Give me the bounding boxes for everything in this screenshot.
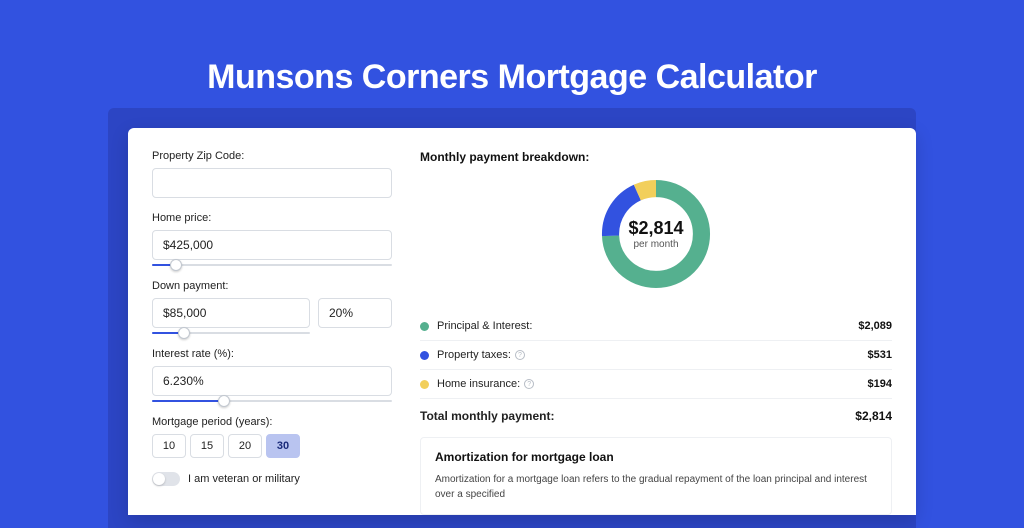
- zip-label: Property Zip Code:: [152, 150, 392, 162]
- breakdown-column: Monthly payment breakdown: $2,814 per mo…: [420, 150, 892, 515]
- mortgage-period-label: Mortgage period (years):: [152, 416, 392, 428]
- donut-subtext: per month: [628, 239, 683, 250]
- legend-label-text: Property taxes:: [437, 349, 511, 361]
- down-payment-percent-input[interactable]: [318, 298, 392, 328]
- down-payment-field-group: Down payment:: [152, 280, 392, 334]
- total-row: Total monthly payment: $2,814: [420, 398, 892, 437]
- legend-row: Property taxes:?$531: [420, 341, 892, 370]
- amortization-text: Amortization for a mortgage loan refers …: [435, 472, 877, 502]
- legend-dot-icon: [420, 322, 429, 331]
- legend-row: Principal & Interest: $2,089: [420, 312, 892, 341]
- down-payment-slider[interactable]: [152, 332, 310, 334]
- interest-rate-input[interactable]: [152, 366, 392, 396]
- donut-center: $2,814 per month: [628, 218, 683, 250]
- amortization-title: Amortization for mortgage loan: [435, 450, 877, 464]
- breakdown-legend: Principal & Interest: $2,089 Property taxe…: [420, 312, 892, 398]
- interest-rate-slider-thumb[interactable]: [218, 395, 230, 407]
- legend-label: Principal & Interest:: [437, 320, 858, 332]
- down-payment-input[interactable]: [152, 298, 310, 328]
- home-price-slider-thumb[interactable]: [170, 259, 182, 271]
- page-title: Munsons Corners Mortgage Calculator: [0, 0, 1024, 97]
- donut-value: $2,814: [628, 218, 683, 239]
- total-label: Total monthly payment:: [420, 409, 855, 423]
- veteran-toggle[interactable]: [152, 472, 180, 486]
- veteran-label: I am veteran or military: [188, 473, 300, 485]
- interest-rate-label: Interest rate (%):: [152, 348, 392, 360]
- breakdown-title: Monthly payment breakdown:: [420, 150, 892, 164]
- legend-dot-icon: [420, 380, 429, 389]
- period-option-30[interactable]: 30: [266, 434, 300, 458]
- legend-label-text: Home insurance:: [437, 378, 520, 390]
- amortization-card: Amortization for mortgage loan Amortizat…: [420, 437, 892, 515]
- legend-label: Home insurance:?: [437, 378, 868, 390]
- interest-rate-slider-fill: [152, 400, 224, 402]
- legend-value: $531: [868, 349, 892, 361]
- veteran-toggle-row: I am veteran or military: [152, 472, 392, 486]
- down-payment-slider-thumb[interactable]: [178, 327, 190, 339]
- legend-value: $2,089: [858, 320, 892, 332]
- inputs-column: Property Zip Code: Home price: Down paym…: [152, 150, 392, 515]
- donut-chart: $2,814 per month: [596, 174, 716, 294]
- home-price-label: Home price:: [152, 212, 392, 224]
- info-icon[interactable]: ?: [515, 350, 525, 360]
- interest-rate-slider[interactable]: [152, 400, 392, 402]
- legend-value: $194: [868, 378, 892, 390]
- home-price-input[interactable]: [152, 230, 392, 260]
- total-value: $2,814: [855, 409, 892, 423]
- legend-label: Property taxes:?: [437, 349, 868, 361]
- period-option-20[interactable]: 20: [228, 434, 262, 458]
- period-option-10[interactable]: 10: [152, 434, 186, 458]
- period-option-15[interactable]: 15: [190, 434, 224, 458]
- info-icon[interactable]: ?: [524, 379, 534, 389]
- legend-row: Home insurance:?$194: [420, 370, 892, 398]
- home-price-field-group: Home price:: [152, 212, 392, 266]
- home-price-slider[interactable]: [152, 264, 392, 266]
- mortgage-period-options: 10152030: [152, 434, 392, 458]
- legend-label-text: Principal & Interest:: [437, 320, 532, 332]
- legend-dot-icon: [420, 351, 429, 360]
- donut-chart-wrap: $2,814 per month: [420, 174, 892, 294]
- interest-field-group: Interest rate (%):: [152, 348, 392, 402]
- calculator-panel: Property Zip Code: Home price: Down paym…: [128, 128, 916, 515]
- zip-input[interactable]: [152, 168, 392, 198]
- down-payment-label: Down payment:: [152, 280, 392, 292]
- zip-field-group: Property Zip Code:: [152, 150, 392, 198]
- period-field-group: Mortgage period (years): 10152030: [152, 416, 392, 458]
